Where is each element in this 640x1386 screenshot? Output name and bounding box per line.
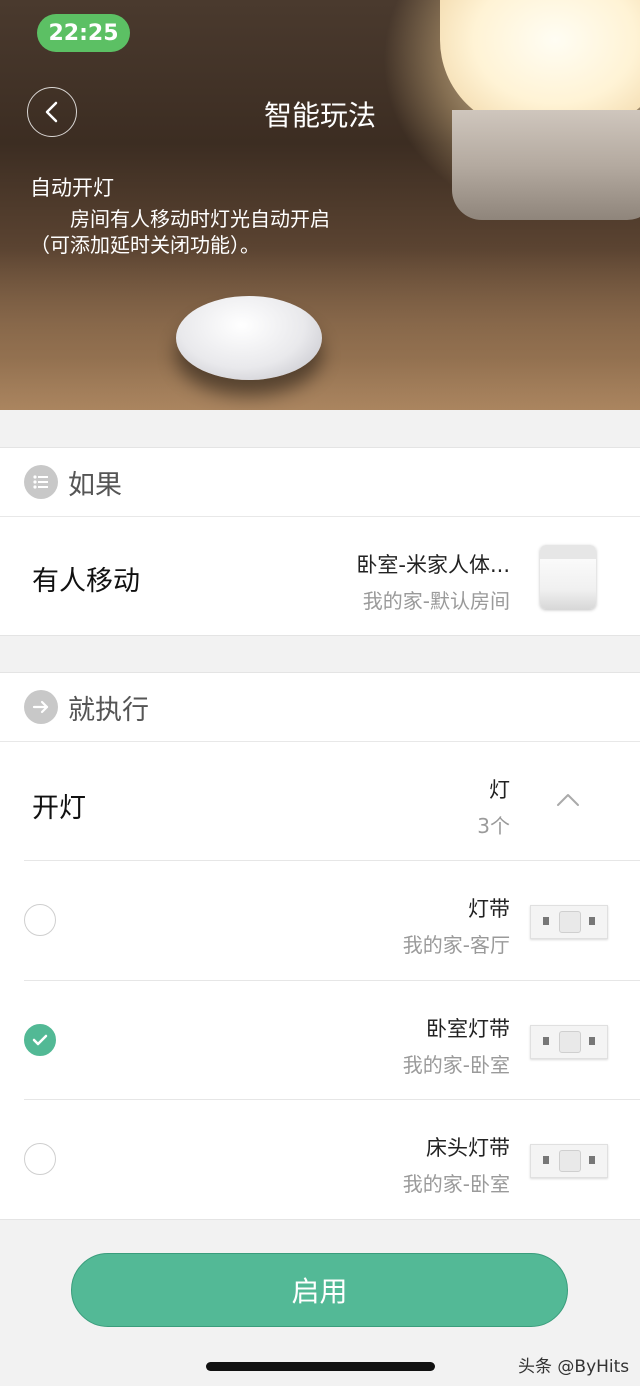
device-location: 我的家-客厅	[402, 933, 510, 957]
device-radio-unchecked[interactable]	[24, 904, 56, 936]
if-section-title: 如果	[68, 469, 122, 501]
hero-banner: 22:25 智能玩法 自动开灯 房间有人移动时灯光自动开启（可添加延时关闭功能）…	[0, 0, 640, 410]
action-row[interactable]: 开灯 灯 3个	[0, 742, 640, 860]
trigger-device-info: 卧室-米家人体... 我的家-默认房间	[356, 549, 510, 614]
status-time: 22:25	[37, 14, 130, 52]
then-section: 就执行 开灯 灯 3个 灯带 我的家-客厅 卧室灯带 我的家-卧室 床头灯带 我…	[0, 672, 640, 1220]
trigger-device-location: 我的家-默认房间	[362, 589, 510, 613]
device-row[interactable]: 灯带 我的家-客厅	[0, 861, 640, 980]
device-location: 我的家-卧室	[402, 1172, 510, 1196]
hero-sensor-image	[176, 296, 322, 380]
trigger-label: 有人移动	[32, 566, 140, 597]
checkmark-icon	[32, 1034, 48, 1046]
then-section-header: 就执行	[0, 673, 640, 742]
device-location: 我的家-卧室	[402, 1053, 510, 1077]
device-info: 床头灯带 我的家-卧室	[403, 1132, 510, 1197]
trigger-device-name: 卧室-米家人体...	[356, 553, 510, 577]
action-device-summary: 灯 3个	[477, 774, 510, 839]
enable-button[interactable]: 启用	[71, 1253, 568, 1327]
action-device-count: 3个	[477, 814, 510, 838]
chevron-up-icon[interactable]	[556, 792, 580, 808]
action-label: 开灯	[32, 793, 86, 824]
if-section: 如果 有人移动 卧室-米家人体... 我的家-默认房间	[0, 447, 640, 636]
home-indicator[interactable]	[206, 1362, 435, 1371]
device-name: 床头灯带	[426, 1136, 510, 1160]
scene-description: 房间有人移动时灯光自动开启（可添加延时关闭功能）。	[30, 207, 330, 257]
scene-heading: 自动开灯	[30, 176, 114, 200]
device-name: 灯带	[468, 897, 510, 921]
device-info: 卧室灯带 我的家-卧室	[403, 1013, 510, 1078]
device-radio-checked[interactable]	[24, 1024, 56, 1056]
light-strip-device-image	[530, 1025, 608, 1059]
if-section-header: 如果	[0, 448, 640, 517]
device-row[interactable]: 床头灯带 我的家-卧室	[0, 1100, 640, 1219]
arrow-right-icon	[24, 690, 58, 724]
device-name: 卧室灯带	[426, 1017, 510, 1041]
device-info: 灯带 我的家-客厅	[403, 893, 510, 958]
trigger-row[interactable]: 有人移动 卧室-米家人体... 我的家-默认房间	[0, 517, 640, 635]
page-title: 智能玩法	[263, 99, 376, 132]
then-section-title: 就执行	[68, 694, 149, 726]
list-icon	[24, 465, 58, 499]
device-row[interactable]: 卧室灯带 我的家-卧室	[0, 981, 640, 1100]
light-strip-device-image	[530, 905, 608, 939]
action-device-type: 灯	[489, 778, 510, 802]
motion-sensor-device-image	[540, 545, 596, 609]
light-strip-device-image	[530, 1144, 608, 1178]
watermark-text: 头条 @ByHits	[518, 1357, 630, 1377]
device-radio-unchecked[interactable]	[24, 1143, 56, 1175]
